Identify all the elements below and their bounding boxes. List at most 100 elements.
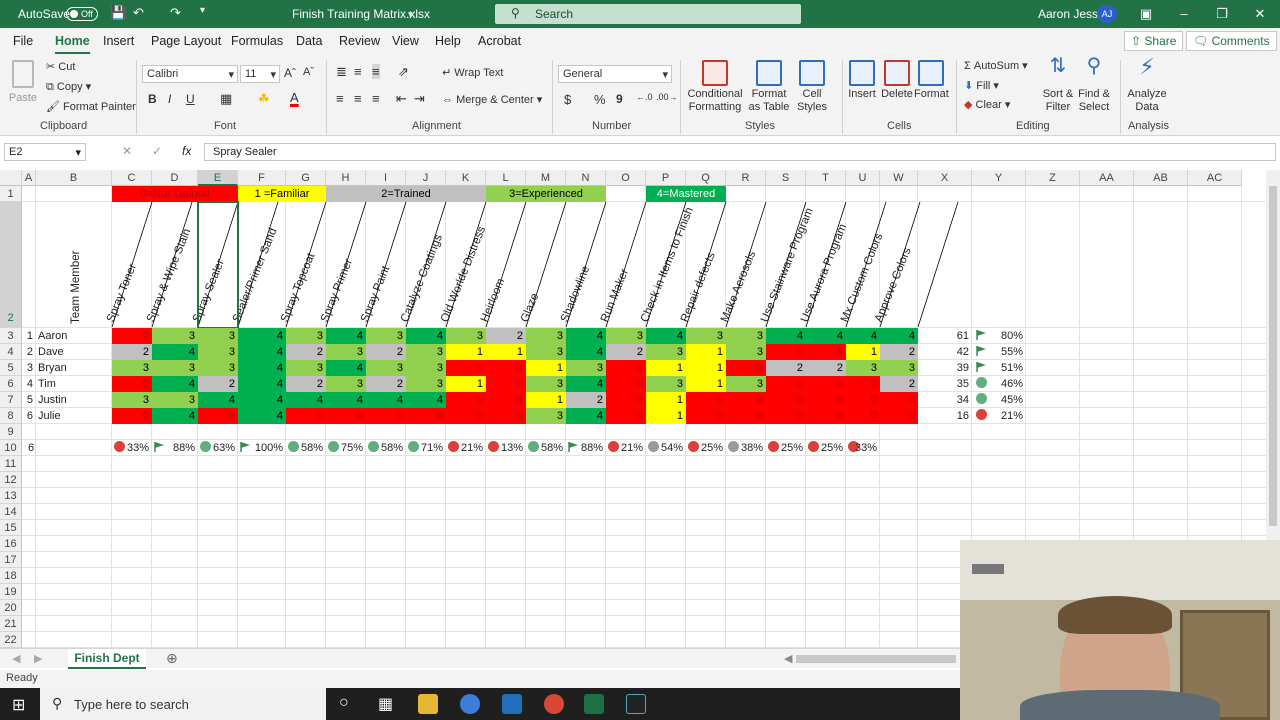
row-header-14[interactable]: 14 [0,504,22,520]
score-cell[interactable]: 2 [366,376,406,392]
close-icon[interactable]: ✕ [1250,5,1270,23]
align-left-icon[interactable]: ≡ [336,91,344,106]
score-cell[interactable]: 4 [766,328,806,344]
save-icon[interactable]: 💾 [110,5,126,21]
score-cell[interactable]: 0 [606,408,646,424]
score-cell[interactable]: 2 [606,344,646,360]
score-cell[interactable]: 3 [606,328,646,344]
menu-acrobat[interactable]: Acrobat [478,34,521,48]
insert-cells-button[interactable]: Insert [846,60,878,101]
score-cell[interactable]: 3 [726,344,766,360]
cut-button[interactable]: ✂ Cut [46,60,75,73]
sort-filter-button[interactable]: ⇅ Sort & Filter [1040,56,1076,114]
analyze-data-button[interactable]: ⚡ Analyze Data [1126,56,1168,114]
score-cell[interactable]: 0 [446,408,486,424]
fill-button[interactable]: ⬇ Fill ▾ [964,79,999,92]
score-cell[interactable]: 4 [646,328,686,344]
align-right-icon[interactable]: ≡ [372,91,380,106]
score-cell[interactable]: 0 [806,376,846,392]
autosave-toggle[interactable]: Off [66,7,98,21]
score-cell[interactable]: 0 [112,376,152,392]
score-cell[interactable]: 0 [766,344,806,360]
score-cell[interactable]: 0 [112,328,152,344]
score-cell[interactable]: 1 [446,344,486,360]
share-button[interactable]: ⇧ Share [1124,31,1184,51]
menu-data[interactable]: Data [296,34,322,48]
row-header-12[interactable]: 12 [0,472,22,488]
score-cell[interactable]: 4 [198,392,238,408]
cancel-entry-icon[interactable]: ✕ [122,144,132,158]
conditional-formatting-button[interactable]: Conditional Formatting [686,60,744,114]
score-cell[interactable]: 0 [606,392,646,408]
score-cell[interactable]: 0 [766,408,806,424]
menu-help[interactable]: Help [435,34,461,48]
score-cell[interactable]: 0 [846,408,880,424]
score-cell[interactable]: 4 [566,344,606,360]
task-view-icon[interactable]: ▦ [378,694,393,714]
customize-toolbar-icon[interactable]: ▾ [200,5,205,16]
score-cell[interactable]: 0 [406,408,446,424]
score-cell[interactable]: 2 [486,328,526,344]
score-cell[interactable]: 4 [286,392,326,408]
fill-color-icon[interactable]: ☘ [258,91,270,107]
score-cell[interactable]: 0 [846,376,880,392]
bottom-align-icon[interactable]: ≡ [372,64,380,79]
score-cell[interactable]: 4 [238,344,286,360]
score-cell[interactable]: 2 [286,344,326,360]
score-cell[interactable]: 2 [112,344,152,360]
increase-indent-icon[interactable]: ⇥ [414,91,425,107]
score-cell[interactable]: 0 [686,392,726,408]
score-cell[interactable]: 4 [880,328,918,344]
score-cell[interactable]: 2 [198,376,238,392]
filename-chevron-icon[interactable]: ▾ [408,9,413,20]
score-cell[interactable]: 3 [152,360,198,376]
row-header-21[interactable]: 21 [0,616,22,632]
minimize-icon[interactable]: – [1174,5,1194,23]
score-cell[interactable]: 2 [566,392,606,408]
vertical-scroll-thumb[interactable] [1269,186,1277,526]
score-cell[interactable]: 4 [326,392,366,408]
score-cell[interactable]: 0 [112,408,152,424]
score-cell[interactable]: 0 [880,408,918,424]
merge-center-button[interactable]: ⇔ Merge & Center ▾ [442,93,542,106]
score-cell[interactable]: 3 [406,376,446,392]
score-cell[interactable]: 0 [806,344,846,360]
score-cell[interactable]: 3 [446,328,486,344]
score-cell[interactable]: 0 [726,360,766,376]
score-cell[interactable]: 4 [152,408,198,424]
format-painter-button[interactable]: 🖌 Format Painter [46,100,136,113]
score-cell[interactable]: 0 [606,360,646,376]
score-cell[interactable]: 0 [198,408,238,424]
score-cell[interactable]: 4 [152,376,198,392]
wrap-text-button[interactable]: ↵ Wrap Text [442,66,503,79]
member-name[interactable]: Bryan [38,360,114,376]
score-cell[interactable]: 3 [198,344,238,360]
format-cells-button[interactable]: Format [914,60,949,101]
score-cell[interactable]: 3 [526,408,566,424]
score-cell[interactable]: 0 [726,392,766,408]
score-cell[interactable]: 0 [326,408,366,424]
score-cell[interactable]: 0 [486,376,526,392]
score-cell[interactable]: 0 [806,408,846,424]
score-cell[interactable]: 0 [726,408,766,424]
score-cell[interactable]: 0 [880,392,918,408]
cell-styles-button[interactable]: Cell Styles [792,60,832,114]
paste-button[interactable]: Paste [8,60,38,105]
score-cell[interactable]: 3 [880,360,918,376]
currency-button[interactable]: $ [564,92,571,107]
score-cell[interactable]: 2 [286,376,326,392]
vertical-scrollbar[interactable] [1266,170,1280,540]
score-cell[interactable]: 2 [880,376,918,392]
edge-browser-icon[interactable] [460,694,480,714]
score-cell[interactable]: 3 [326,344,366,360]
menu-review[interactable]: Review [339,34,380,48]
score-cell[interactable]: 3 [286,328,326,344]
percent-button[interactable]: % [594,92,606,107]
score-cell[interactable]: 0 [766,392,806,408]
score-cell[interactable]: 4 [238,376,286,392]
decrease-decimal-icon[interactable]: .00→ [656,92,678,102]
font-name-select[interactable]: Calibri ▾ [142,65,238,83]
comma-button[interactable]: 9 [616,92,623,106]
windows-start-icon[interactable]: ⊞ [12,695,25,715]
score-cell[interactable]: 3 [686,328,726,344]
